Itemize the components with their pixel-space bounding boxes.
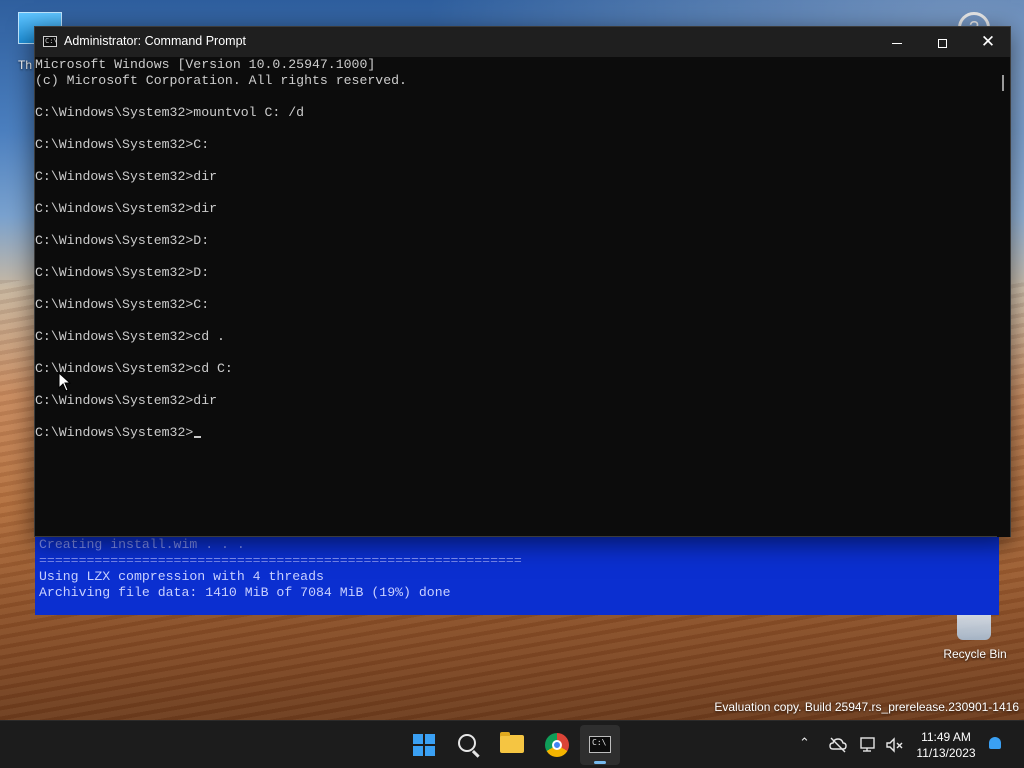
notification-bell-icon[interactable] bbox=[989, 737, 1001, 749]
console-line: C:\Windows\System32> bbox=[35, 425, 997, 441]
chrome-button[interactable] bbox=[537, 725, 577, 765]
maximize-button[interactable] bbox=[919, 27, 965, 57]
close-icon: ✕ bbox=[980, 32, 996, 51]
folder-icon bbox=[500, 732, 524, 753]
console-output[interactable]: Microsoft Windows [Version 10.0.25947.10… bbox=[35, 57, 997, 537]
onedrive-offline-icon[interactable] bbox=[829, 737, 847, 753]
this-pc-label: Th bbox=[18, 58, 33, 72]
console-separator: ========================================… bbox=[39, 553, 522, 568]
console-line: C:\Windows\System32>D: bbox=[35, 265, 210, 280]
show-hidden-icons-chevron-icon[interactable]: ⌃ bbox=[799, 735, 810, 751]
search-icon bbox=[458, 734, 476, 752]
recycle-bin-icon[interactable] bbox=[957, 612, 991, 640]
console-line: Creating install.wim . . . bbox=[39, 537, 245, 552]
clock-date: 11/13/2023 bbox=[916, 746, 976, 760]
command-prompt-taskbar-button[interactable]: C:\ bbox=[580, 725, 620, 765]
console-line: C:\Windows\System32>C: bbox=[35, 297, 210, 312]
cmd-title-icon[interactable]: C:\ bbox=[43, 36, 58, 47]
minimize-button[interactable] bbox=[874, 27, 920, 57]
file-explorer-button[interactable] bbox=[492, 725, 532, 765]
console-line: C:\Windows\System32>cd C: bbox=[35, 361, 233, 376]
console-line: C:\Windows\System32>dir bbox=[35, 201, 218, 216]
console-line: C:\Windows\System32>dir bbox=[35, 393, 218, 408]
command-prompt-window[interactable]: C:\ Administrator: Command Prompt ✕ Micr… bbox=[34, 26, 1011, 537]
start-button[interactable] bbox=[404, 725, 444, 765]
console-line: C:\Windows\System32>cd . bbox=[35, 329, 225, 344]
taskbar: C:\ ⌃ 11:49 AM 11/13/2023 bbox=[0, 720, 1024, 768]
minimize-icon bbox=[892, 42, 902, 44]
console-line: C:\Windows\System32>D: bbox=[35, 233, 210, 248]
chrome-icon bbox=[545, 733, 569, 757]
close-button[interactable]: ✕ bbox=[965, 27, 1011, 57]
windows-logo-icon bbox=[413, 734, 435, 756]
mouse-pointer-icon bbox=[58, 372, 72, 392]
vertical-scrollbar[interactable] bbox=[997, 57, 1010, 537]
scroll-thumb[interactable] bbox=[1002, 75, 1004, 91]
active-indicator bbox=[594, 761, 606, 764]
search-button[interactable] bbox=[448, 725, 488, 765]
window-title: Administrator: Command Prompt bbox=[64, 34, 247, 48]
console-line: Using LZX compression with 4 threads bbox=[39, 569, 324, 584]
progress-line: Archiving file data: 1410 MiB of 7084 Mi… bbox=[39, 585, 451, 600]
text-cursor bbox=[194, 436, 202, 438]
maximize-icon bbox=[937, 38, 947, 48]
console-line: Microsoft Windows [Version 10.0.25947.10… bbox=[35, 57, 376, 72]
title-bar[interactable]: C:\ Administrator: Command Prompt ✕ bbox=[35, 27, 1010, 57]
console-line: (c) Microsoft Corporation. All rights re… bbox=[35, 73, 407, 88]
command-prompt-icon: C:\ bbox=[589, 736, 611, 753]
console-line: C:\Windows\System32>mountvol C: /d bbox=[35, 105, 305, 120]
background-console-window[interactable]: Creating install.wim . . . =============… bbox=[35, 537, 999, 615]
clock-time: 11:49 AM bbox=[921, 730, 971, 744]
network-icon[interactable] bbox=[860, 737, 878, 753]
clock[interactable]: 11:49 AM 11/13/2023 bbox=[910, 729, 982, 761]
console-line: C:\Windows\System32>C: bbox=[35, 137, 210, 152]
console-line: C:\Windows\System32>dir bbox=[35, 169, 218, 184]
evaluation-watermark: Evaluation copy. Build 25947.rs_prerelea… bbox=[714, 700, 1019, 714]
volume-muted-icon[interactable] bbox=[885, 737, 905, 753]
recycle-bin-label[interactable]: Recycle Bin bbox=[930, 647, 1020, 661]
